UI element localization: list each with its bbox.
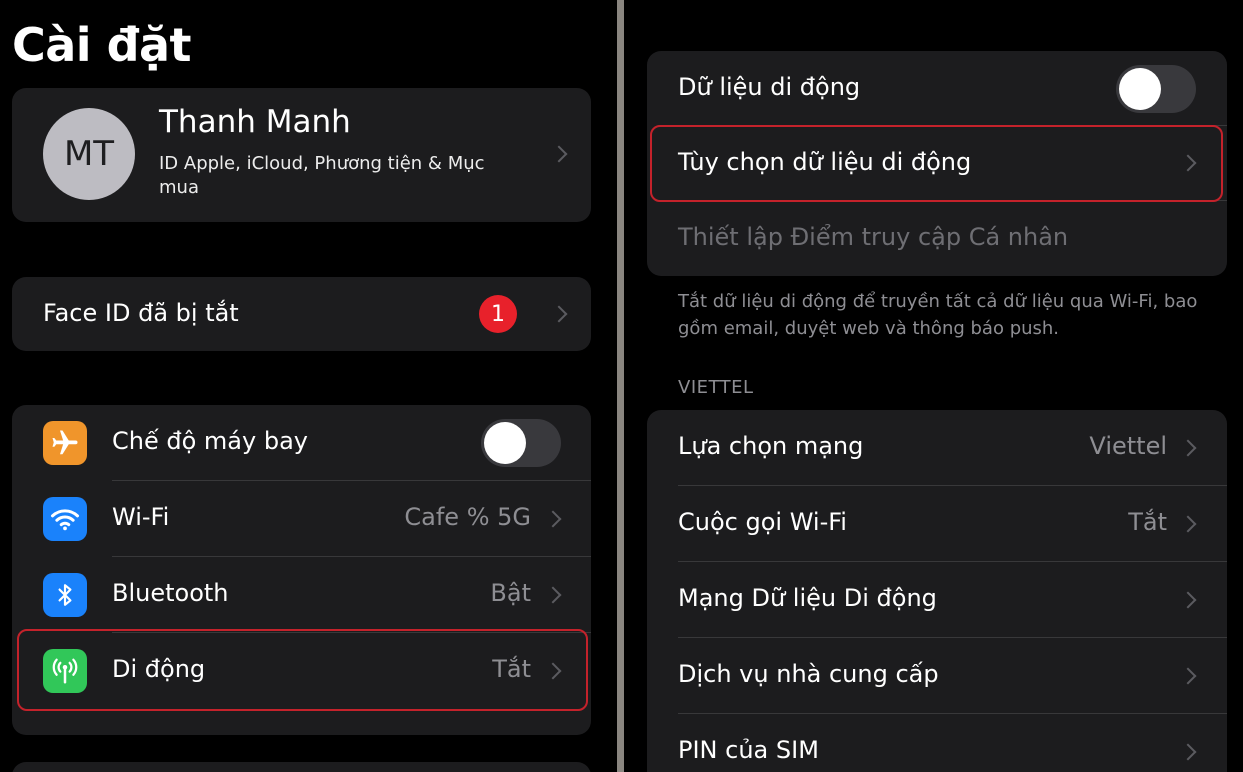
wifi-icon [43, 497, 87, 541]
cellular-data-row: Dữ liệu di động [647, 51, 1227, 126]
wifi-label: Wi-Fi [112, 503, 170, 531]
bluetooth-row[interactable]: Bluetooth Bật [12, 557, 591, 633]
faceid-label: Face ID đã bị tắt [43, 299, 239, 327]
carrier-services-label: Dịch vụ nhà cung cấp [678, 660, 939, 688]
carrier-section-header: VIETTEL [678, 377, 754, 398]
airplane-mode-label: Chế độ máy bay [112, 427, 308, 455]
airplane-icon [43, 421, 87, 465]
cellular-data-network-row[interactable]: Mạng Dữ liệu Di động [647, 562, 1227, 638]
carrier-services-row[interactable]: Dịch vụ nhà cung cấp [647, 638, 1227, 714]
bluetooth-icon [43, 573, 87, 617]
next-settings-group [12, 762, 591, 772]
wifi-calling-row[interactable]: Cuộc gọi Wi-Fi Tắt [647, 486, 1227, 562]
cellular-settings-panel: Dữ liệu di động Tùy chọn dữ liệu di động… [624, 0, 1243, 772]
chevron-right-icon [544, 510, 562, 528]
settings-main-panel: Cài đặt MT Thanh Manh ID Apple, iCloud, … [0, 0, 617, 772]
notification-badge: 1 [479, 295, 517, 333]
personal-hotspot-row[interactable]: Thiết lập Điểm truy cập Cá nhân [647, 201, 1227, 276]
cellular-data-label: Dữ liệu di động [678, 73, 861, 101]
cellular-data-group: Dữ liệu di động Tùy chọn dữ liệu di động… [647, 51, 1227, 276]
connectivity-group: Chế độ máy bay Wi-Fi Cafe % 5G Bluetooth… [12, 405, 591, 735]
sim-pin-row[interactable]: PIN của SIM [647, 714, 1227, 772]
faceid-row[interactable]: Face ID đã bị tắt 1 [12, 277, 591, 351]
apple-id-profile-row[interactable]: MT Thanh Manh ID Apple, iCloud, Phương t… [12, 88, 591, 222]
page-title: Cài đặt [12, 18, 192, 72]
chevron-right-icon [544, 586, 562, 604]
cellular-row[interactable]: Di động Tắt [12, 633, 591, 709]
bluetooth-label: Bluetooth [112, 579, 229, 607]
chevron-right-icon [550, 305, 568, 323]
chevron-right-icon [550, 145, 568, 163]
chevron-right-icon [1179, 667, 1197, 685]
cellular-status-value: Tắt [492, 655, 531, 683]
airplane-mode-toggle[interactable] [481, 419, 561, 467]
wifi-calling-value: Tắt [1128, 508, 1167, 536]
cellular-data-options-label: Tùy chọn dữ liệu di động [678, 148, 972, 176]
chevron-right-icon [544, 662, 562, 680]
cellular-data-footnote: Tắt dữ liệu di động để truyền tất cả dữ … [678, 291, 1198, 339]
chevron-right-icon [1179, 439, 1197, 457]
wifi-calling-label: Cuộc gọi Wi-Fi [678, 508, 847, 536]
sim-pin-label: PIN của SIM [678, 736, 819, 764]
network-selection-value: Viettel [1089, 432, 1167, 460]
panel-divider [617, 0, 624, 772]
wifi-network-value: Cafe % 5G [404, 503, 531, 531]
wifi-row[interactable]: Wi-Fi Cafe % 5G [12, 481, 591, 557]
network-selection-label: Lựa chọn mạng [678, 432, 864, 460]
network-selection-row[interactable]: Lựa chọn mạng Viettel [647, 410, 1227, 486]
chevron-right-icon [1179, 743, 1197, 761]
carrier-group: Lựa chọn mạng Viettel Cuộc gọi Wi-Fi Tắt… [647, 410, 1227, 772]
cellular-data-toggle[interactable] [1116, 65, 1196, 113]
profile-name: Thanh Manh [159, 104, 351, 140]
profile-subtitle: ID Apple, iCloud, Phương tiện & Mục mua [159, 153, 485, 198]
personal-hotspot-label: Thiết lập Điểm truy cập Cá nhân [678, 223, 1069, 251]
chevron-right-icon [1179, 591, 1197, 609]
cellular-label: Di động [112, 655, 206, 683]
toggle-knob [1119, 68, 1161, 110]
cellular-data-options-row[interactable]: Tùy chọn dữ liệu di động [647, 126, 1227, 201]
cellular-data-network-label: Mạng Dữ liệu Di động [678, 584, 937, 612]
toggle-knob [484, 422, 526, 464]
chevron-right-icon [1179, 515, 1197, 533]
cellular-icon [43, 649, 87, 693]
bluetooth-status-value: Bật [490, 579, 531, 607]
chevron-right-icon [1179, 154, 1197, 172]
avatar: MT [43, 108, 135, 200]
airplane-mode-row: Chế độ máy bay [12, 405, 591, 481]
